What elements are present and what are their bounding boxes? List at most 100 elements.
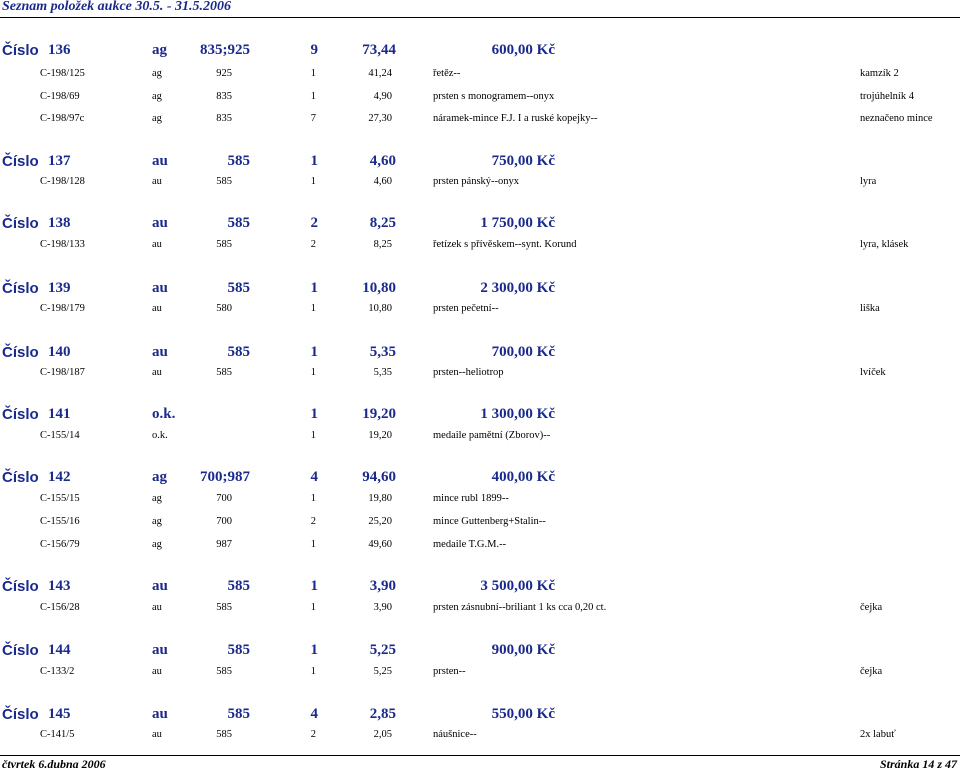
lot-fineness: 835;925: [200, 42, 250, 58]
lot-weight: 94,60: [362, 469, 396, 485]
footer-divider: [0, 755, 960, 756]
item-count: 1: [310, 367, 316, 378]
lot-count: 9: [310, 42, 319, 58]
item-weight: 4,60: [373, 176, 392, 187]
lot-metal: o.k.: [152, 406, 176, 422]
lot-number: 144: [48, 642, 71, 658]
item-metal: au: [152, 303, 162, 314]
item-count: 1: [310, 303, 316, 314]
item-count: 1: [310, 493, 316, 504]
item-weight: 41,24: [368, 68, 392, 79]
item-code: C-155/14: [40, 430, 80, 441]
item-count: 2: [310, 239, 316, 250]
item-fineness: 585: [216, 176, 232, 187]
item-weight: 10,80: [368, 303, 392, 314]
header-divider: [0, 17, 960, 18]
item-code: C-198/133: [40, 239, 85, 250]
item-description: prsten zásnubní--briliant 1 ks cca 0,20 …: [433, 602, 607, 613]
lot-weight: 2,85: [369, 706, 396, 722]
lot-fineness: 585: [227, 153, 251, 169]
item-count: 7: [310, 113, 316, 124]
item-mark: čejka: [860, 666, 883, 677]
lot-number: 136: [48, 42, 71, 58]
item-description: řetízek s přívěskem--synt. Korund: [433, 239, 577, 250]
item-description: mince Guttenberg+Stalin--: [433, 516, 546, 527]
item-description: náušnice--: [433, 729, 477, 740]
item-metal: au: [152, 729, 162, 740]
lot-weight: 3,90: [369, 578, 396, 594]
item-code: C-133/2: [40, 666, 75, 677]
lot-count: 1: [310, 344, 319, 360]
item-metal: au: [152, 239, 162, 250]
item-mark: neznačeno mince: [860, 113, 933, 124]
item-description: medaile T.G.M.--: [433, 539, 507, 550]
lot-number: 140: [48, 344, 71, 360]
item-metal: au: [152, 666, 162, 677]
item-metal: au: [152, 367, 162, 378]
item-count: 2: [310, 516, 316, 527]
lot-fineness: 585: [227, 642, 251, 658]
item-weight: 3,90: [373, 602, 392, 613]
item-metal: au: [152, 602, 162, 613]
item-fineness: 835: [216, 113, 232, 124]
item-count: 1: [310, 176, 316, 187]
lot-count: 1: [310, 406, 319, 422]
footer-page-number: Stránka 14 z 47: [879, 757, 957, 771]
item-count: 1: [310, 91, 316, 102]
item-fineness: 585: [216, 239, 232, 250]
item-fineness: 585: [216, 729, 232, 740]
lot-label: Číslo: [2, 406, 39, 423]
lot-price: 1 750,00 Kč: [480, 215, 555, 231]
lot-weight: 8,25: [369, 215, 396, 231]
lot-fineness: 585: [227, 215, 251, 231]
item-code: C-198/97c: [40, 113, 85, 124]
item-metal: ag: [152, 113, 162, 124]
item-metal: o.k.: [152, 430, 168, 441]
item-mark: trojúhelník 4: [860, 91, 914, 102]
item-metal: ag: [152, 91, 162, 102]
item-mark: liška: [860, 303, 880, 314]
lot-count: 1: [310, 642, 319, 658]
item-count: 1: [310, 430, 316, 441]
item-code: C-141/5: [40, 729, 75, 740]
item-count: 2: [310, 729, 316, 740]
lot-price: 900,00 Kč: [491, 642, 555, 658]
lot-price: 2 300,00 Kč: [480, 280, 555, 296]
page-title: Seznam položek aukce 30.5. - 31.5.2006: [2, 0, 232, 14]
lot-fineness: 585: [227, 344, 251, 360]
lot-price: 750,00 Kč: [491, 153, 555, 169]
item-fineness: 585: [216, 666, 232, 677]
item-mark: čejka: [860, 602, 883, 613]
item-code: C-198/179: [40, 303, 85, 314]
item-code: C-198/69: [40, 91, 80, 102]
item-weight: 27,30: [368, 113, 392, 124]
lot-price: 600,00 Kč: [491, 42, 555, 58]
item-description: prsten--: [433, 666, 466, 677]
item-mark: lvíček: [860, 367, 886, 378]
lot-count: 1: [310, 578, 319, 594]
lot-number: 145: [48, 706, 71, 722]
item-metal: ag: [152, 493, 162, 504]
item-description: prsten pečetní--: [433, 303, 499, 314]
lot-number: 139: [48, 280, 71, 296]
item-fineness: 585: [216, 602, 232, 613]
lot-label: Číslo: [2, 153, 39, 170]
lot-count: 4: [310, 706, 319, 722]
lot-label: Číslo: [2, 642, 39, 659]
lot-weight: 10,80: [362, 280, 396, 296]
item-code: C-156/79: [40, 539, 80, 550]
item-code: C-198/187: [40, 367, 85, 378]
lot-count: 2: [310, 215, 319, 231]
item-code: C-198/125: [40, 68, 85, 79]
item-mark: lyra, klásek: [860, 239, 909, 250]
item-count: 1: [310, 68, 316, 79]
footer-date: čtvrtek 6.dubna 2006: [2, 757, 106, 771]
item-weight: 5,35: [373, 367, 392, 378]
item-weight: 25,20: [368, 516, 392, 527]
item-mark: lyra: [860, 176, 877, 187]
item-description: řetěz--: [433, 68, 461, 79]
item-metal: ag: [152, 68, 162, 79]
lot-label: Číslo: [2, 469, 39, 486]
item-weight: 19,80: [368, 493, 392, 504]
item-metal: au: [152, 176, 162, 187]
